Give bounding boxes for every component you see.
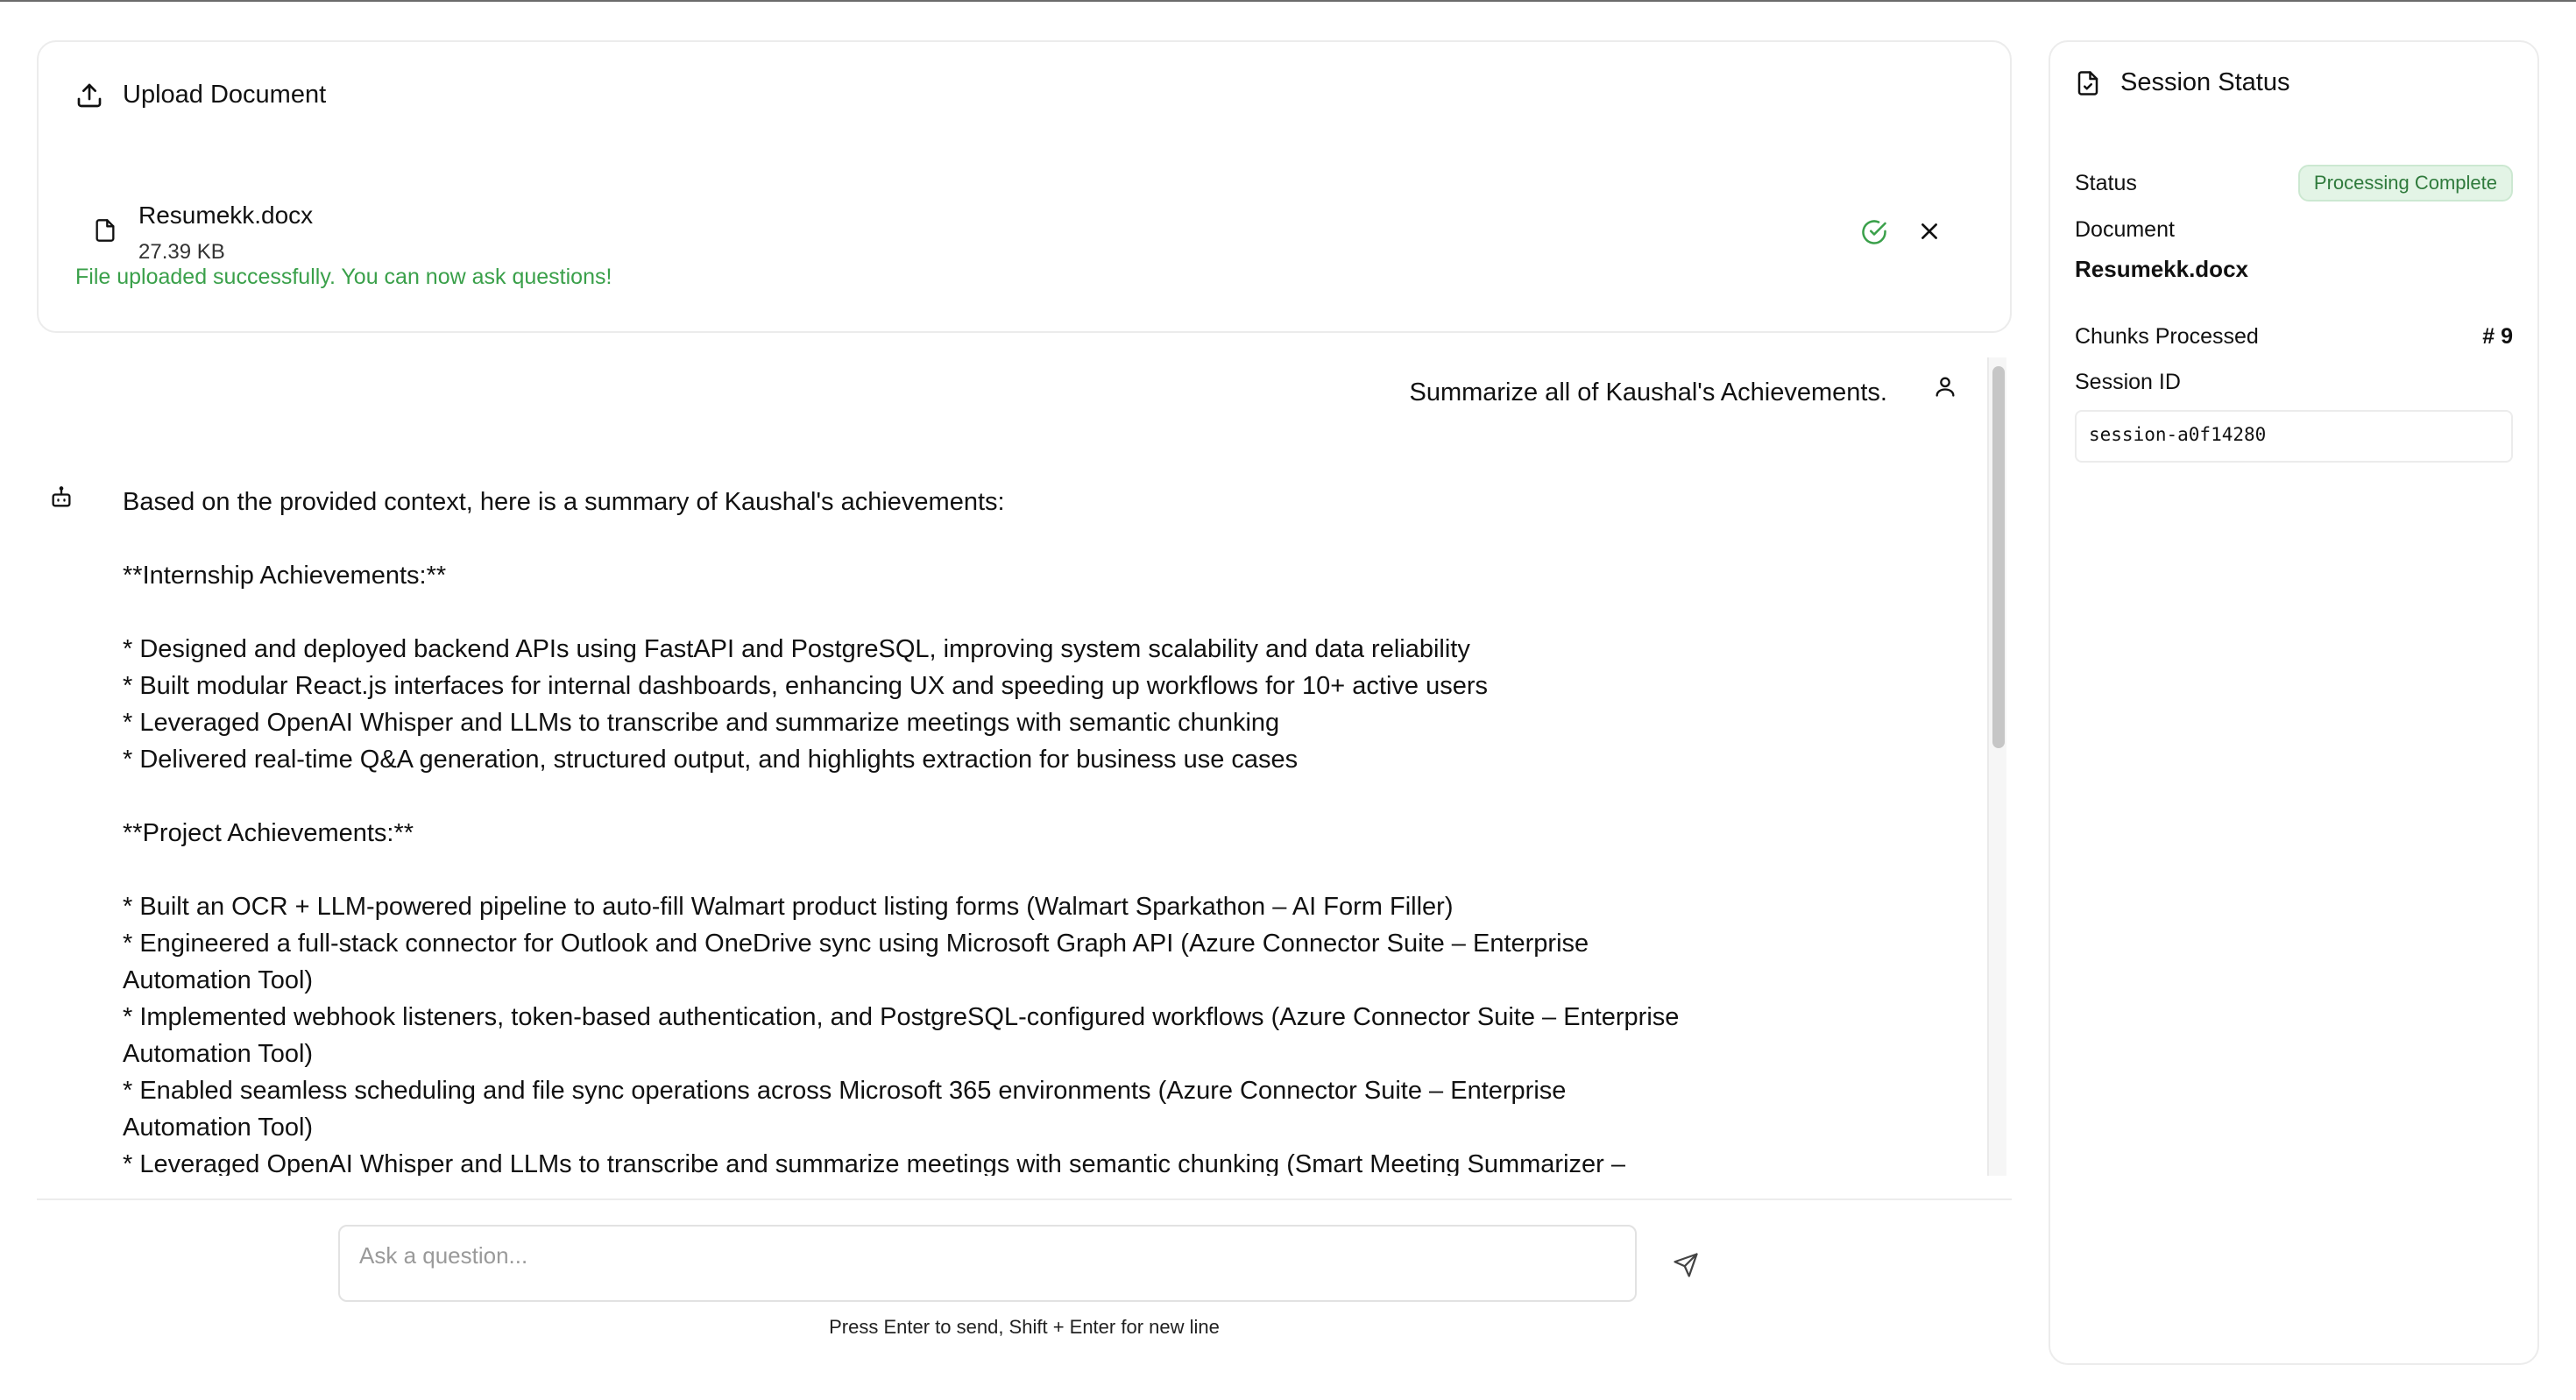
file-name: Resumekk.docx (138, 202, 314, 229)
session-header: Session Status (2075, 68, 2289, 97)
status-row: Status Processing Complete (2075, 165, 2513, 202)
file-icon (93, 217, 117, 244)
bot-icon (49, 485, 74, 510)
chat-scrollbar[interactable] (1987, 357, 2006, 1176)
file-size: 27.39 KB (138, 240, 225, 264)
assistant-message-line: * Enabled seamless scheduling and file s… (123, 1077, 1572, 1142)
upload-title: Upload Document (123, 81, 327, 109)
send-icon (1674, 1253, 1698, 1277)
assistant-message-line: **Internship Achievements:** (123, 562, 447, 590)
send-button[interactable] (1668, 1248, 1703, 1283)
chat-messages[interactable]: Summarize all of Kaushal's Achievements.… (37, 357, 2012, 1176)
assistant-message-line: * Engineered a full-stack connector for … (123, 930, 1595, 994)
session-id-label: Session ID (2075, 370, 2181, 394)
document-label: Document (2075, 217, 2175, 242)
question-input[interactable] (338, 1225, 1637, 1302)
assistant-message-line: Based on the provided context, here is a… (123, 488, 1005, 516)
status-badge: Processing Complete (2297, 165, 2513, 202)
assistant-message-line: * Leveraged OpenAI Whisper and LLMs to t… (123, 709, 1280, 737)
composer-divider (37, 1198, 2012, 1200)
assistant-message-line: * Delivered real-time Q&A generation, st… (123, 746, 1299, 774)
upload-card: Upload Document Resumekk.docx 27.39 KB F… (37, 40, 2012, 333)
status-label: Status (2075, 170, 2137, 195)
document-value: Resumekk.docx (2075, 256, 2248, 282)
assistant-message-line: * Designed and deployed backend APIs usi… (123, 635, 1470, 663)
document-label-row: Document (2075, 217, 2513, 243)
upload-icon (75, 81, 103, 110)
close-icon (1921, 223, 1937, 239)
assistant-message-line: * Leveraged OpenAI Whisper and LLMs to t… (123, 1150, 1625, 1176)
upload-success-message: File uploaded successfully. You can now … (75, 265, 612, 289)
check-circle-icon (1861, 219, 1887, 245)
upload-header: Upload Document (75, 81, 326, 110)
user-message: Summarize all of Kaushal's Achievements. (1409, 378, 1887, 407)
composer-hint: Press Enter to send, Shift + Enter for n… (829, 1316, 1220, 1338)
assistant-message-line: **Project Achievements:** (123, 819, 414, 847)
assistant-message: Based on the provided context, here is a… (123, 484, 1682, 1176)
user-icon (1933, 373, 1957, 399)
session-status-panel: Session Status Status Processing Complet… (2049, 40, 2539, 1365)
chunks-label: Chunks Processed (2075, 324, 2259, 349)
session-title: Session Status (2120, 68, 2290, 96)
file-check-icon (2075, 69, 2101, 97)
assistant-message-line: * Built an OCR + LLM-powered pipeline to… (123, 893, 1454, 921)
chunks-value: # 9 (2482, 324, 2513, 349)
assistant-message-line: * Implemented webhook listeners, token-b… (123, 1003, 1685, 1068)
remove-file-button[interactable] (1912, 214, 1947, 249)
uploaded-file-row: Resumekk.docx 27.39 KB (39, 165, 1937, 270)
chat-scrollbar-thumb[interactable] (1992, 366, 2005, 748)
session-id-field[interactable]: session-a0f14280 (2075, 410, 2513, 463)
chunks-row: Chunks Processed # 9 (2075, 324, 2513, 350)
session-id-row: Session ID (2075, 370, 2513, 395)
assistant-message-line: * Built modular React.js interfaces for … (123, 672, 1488, 700)
